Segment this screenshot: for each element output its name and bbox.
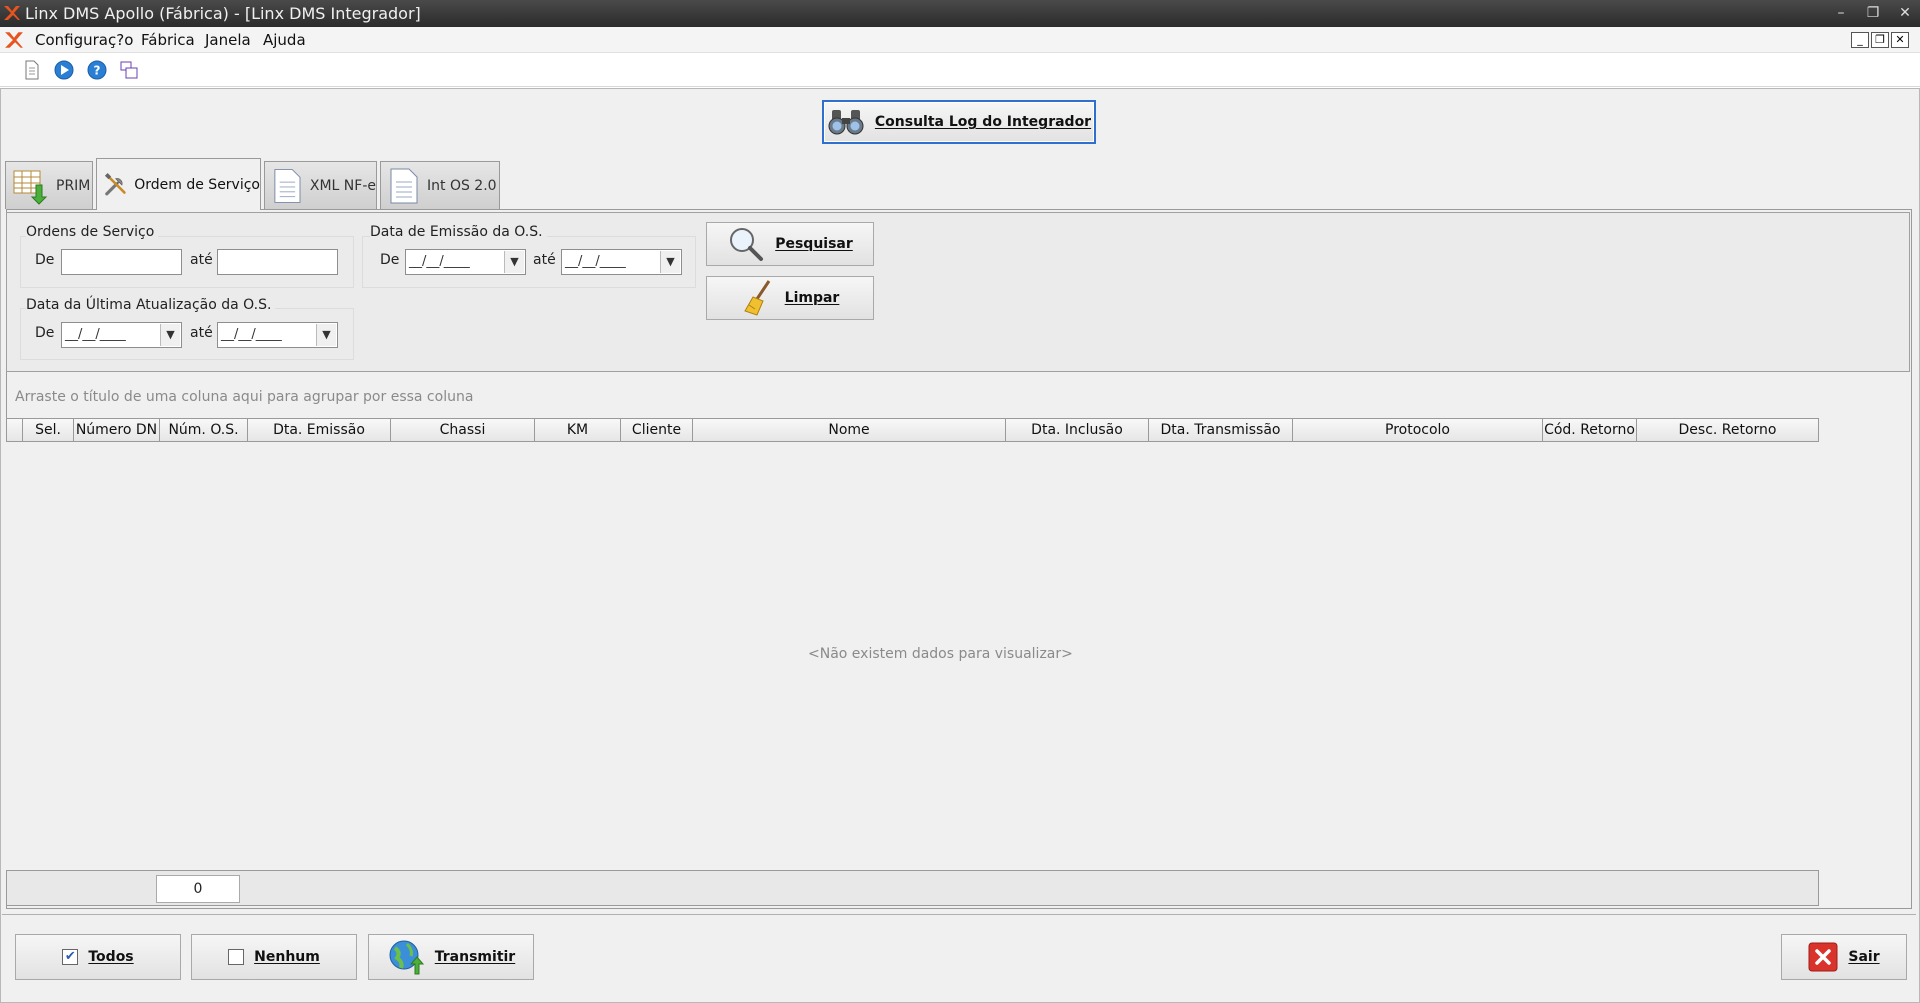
transmitir-label: Transmitir	[434, 949, 516, 965]
data-grid: Sel. Número DN Núm. O.S. Dta. Emissão Ch…	[6, 418, 1819, 870]
tab-prim[interactable]: PRIM	[5, 161, 93, 209]
chevron-down-icon[interactable]: ▼	[316, 324, 336, 346]
transmitir-button[interactable]: Transmitir	[368, 934, 534, 980]
os-ate-label: até	[190, 252, 213, 268]
emissao-group-title: Data de Emissão da O.S.	[370, 224, 547, 240]
document-icon	[390, 168, 418, 203]
menu-janela[interactable]: Janela	[205, 31, 251, 49]
checkbox-checked-icon: ✔	[62, 949, 79, 965]
broom-icon	[743, 280, 770, 316]
column-header-num-os[interactable]: Núm. O.S.	[160, 419, 248, 441]
sair-label: Sair	[1848, 949, 1880, 965]
checkbox-unchecked-icon	[228, 949, 245, 965]
consulta-log-button[interactable]: Consulta Log do Integrador	[822, 100, 1096, 144]
emissao-de-label: De	[380, 252, 400, 268]
emissao-de-date-value: __/__/____	[409, 254, 470, 269]
tools-icon	[104, 172, 126, 195]
close-red-icon	[1808, 942, 1838, 972]
todos-button[interactable]: ✔ Todos	[15, 934, 181, 980]
menu-fabrica[interactable]: Fábrica	[141, 31, 195, 49]
mdi-close-icon[interactable]: ✕	[1891, 32, 1909, 48]
atualizacao-de-date-value: __/__/____	[65, 327, 126, 342]
tab-int-os-label: Int OS 2.0	[427, 177, 497, 194]
linx-logo-icon	[4, 6, 20, 20]
table-arrow-icon	[13, 170, 48, 205]
column-header-protocolo[interactable]: Protocolo	[1293, 419, 1543, 441]
atualizacao-ate-date[interactable]: __/__/____ ▼	[217, 322, 338, 348]
column-header-dta-emissao[interactable]: Dta. Emissão	[248, 419, 391, 441]
nenhum-label: Nenhum	[254, 949, 320, 965]
tab-xml-nfe-label: XML NF-e	[309, 177, 376, 194]
os-de-label: De	[35, 252, 55, 268]
toolbar: ?	[0, 53, 1920, 87]
emissao-ate-date-value: __/__/____	[565, 254, 626, 269]
atualizacao-de-label: De	[35, 325, 55, 341]
menu-ajuda[interactable]: Ajuda	[263, 31, 306, 49]
pesquisar-button[interactable]: Pesquisar	[706, 222, 874, 266]
globe-upload-icon	[389, 940, 424, 975]
tab-prim-label: PRIM	[56, 177, 91, 194]
atualizacao-group-title: Data da Última Atualização da O.S.	[26, 297, 276, 313]
title-bar: Linx DMS Apollo (Fábrica) - [Linx DMS In…	[0, 0, 1920, 27]
close-icon[interactable]: ✕	[1894, 3, 1916, 23]
restore-icon[interactable]: ❐	[1862, 3, 1884, 23]
column-header-dta-transmissao[interactable]: Dta. Transmissão	[1149, 419, 1293, 441]
tab-ordem-servico[interactable]: Ordem de Serviço	[96, 158, 261, 210]
column-header-km[interactable]: KM	[535, 419, 621, 441]
atualizacao-de-date[interactable]: __/__/____ ▼	[61, 322, 182, 348]
emissao-ate-label: até	[533, 252, 556, 268]
help-icon[interactable]: ?	[86, 59, 108, 81]
nenhum-button[interactable]: Nenhum	[191, 934, 357, 980]
app-menu-icon[interactable]	[4, 30, 24, 50]
emissao-de-date[interactable]: __/__/____ ▼	[405, 249, 526, 275]
os-de-input[interactable]	[61, 249, 182, 275]
chevron-down-icon[interactable]: ▼	[660, 251, 680, 273]
group-by-hint: Arraste o título de uma coluna aqui para…	[15, 389, 474, 405]
limpar-button[interactable]: Limpar	[706, 276, 874, 320]
magnifier-icon	[730, 228, 764, 261]
menu-configuracao[interactable]: Configuraç?o	[35, 31, 133, 49]
emissao-ate-date[interactable]: __/__/____ ▼	[561, 249, 682, 275]
menu-bar: Configuraç?o Fábrica Janela Ajuda _ ❐ ✕	[0, 27, 1920, 53]
os-group-title: Ordens de Serviço	[26, 224, 159, 240]
svg-text:?: ?	[94, 64, 101, 78]
grid-footer	[6, 870, 1819, 906]
pesquisar-label: Pesquisar	[775, 236, 853, 252]
document-icon	[274, 168, 301, 203]
limpar-label: Limpar	[784, 290, 840, 306]
record-count: 0	[156, 875, 240, 903]
column-header-sel[interactable]: Sel.	[23, 419, 74, 441]
grid-header: Sel. Número DN Núm. O.S. Dta. Emissão Ch…	[6, 418, 1819, 442]
window-title: Linx DMS Apollo (Fábrica) - [Linx DMS In…	[25, 4, 421, 23]
column-header-numero-dn[interactable]: Número DN	[74, 419, 160, 441]
tab-int-os[interactable]: Int OS 2.0	[380, 161, 500, 209]
mdi-restore-icon[interactable]: ❐	[1871, 32, 1889, 48]
mdi-minimize-icon[interactable]: _	[1851, 32, 1869, 48]
windows-layout-icon[interactable]	[118, 59, 140, 81]
sair-button[interactable]: Sair	[1781, 934, 1907, 980]
atualizacao-ate-label: até	[190, 325, 213, 341]
consulta-log-label: Consulta Log do Integrador	[874, 114, 1092, 130]
tab-xml-nfe[interactable]: XML NF-e	[264, 161, 377, 209]
column-header-desc-retorno[interactable]: Desc. Retorno	[1637, 419, 1818, 441]
tab-ordem-servico-label: Ordem de Serviço	[134, 176, 260, 193]
new-document-icon[interactable]	[21, 59, 43, 81]
grid-empty-message: <Não existem dados para visualizar>	[808, 646, 1073, 662]
column-header-indicator[interactable]	[7, 419, 23, 441]
chevron-down-icon[interactable]: ▼	[504, 251, 524, 273]
column-header-cliente[interactable]: Cliente	[621, 419, 693, 441]
binoculars-icon	[828, 110, 864, 135]
column-header-dta-inclusao[interactable]: Dta. Inclusão	[1006, 419, 1149, 441]
chevron-down-icon[interactable]: ▼	[160, 324, 180, 346]
minimize-icon[interactable]: –	[1830, 3, 1852, 23]
column-header-chassi[interactable]: Chassi	[391, 419, 535, 441]
column-header-cod-retorno[interactable]: Cód. Retorno	[1543, 419, 1637, 441]
play-icon[interactable]	[53, 59, 75, 81]
todos-label: Todos	[88, 949, 134, 965]
os-ate-input[interactable]	[217, 249, 338, 275]
column-header-nome[interactable]: Nome	[693, 419, 1006, 441]
atualizacao-ate-date-value: __/__/____	[221, 327, 282, 342]
